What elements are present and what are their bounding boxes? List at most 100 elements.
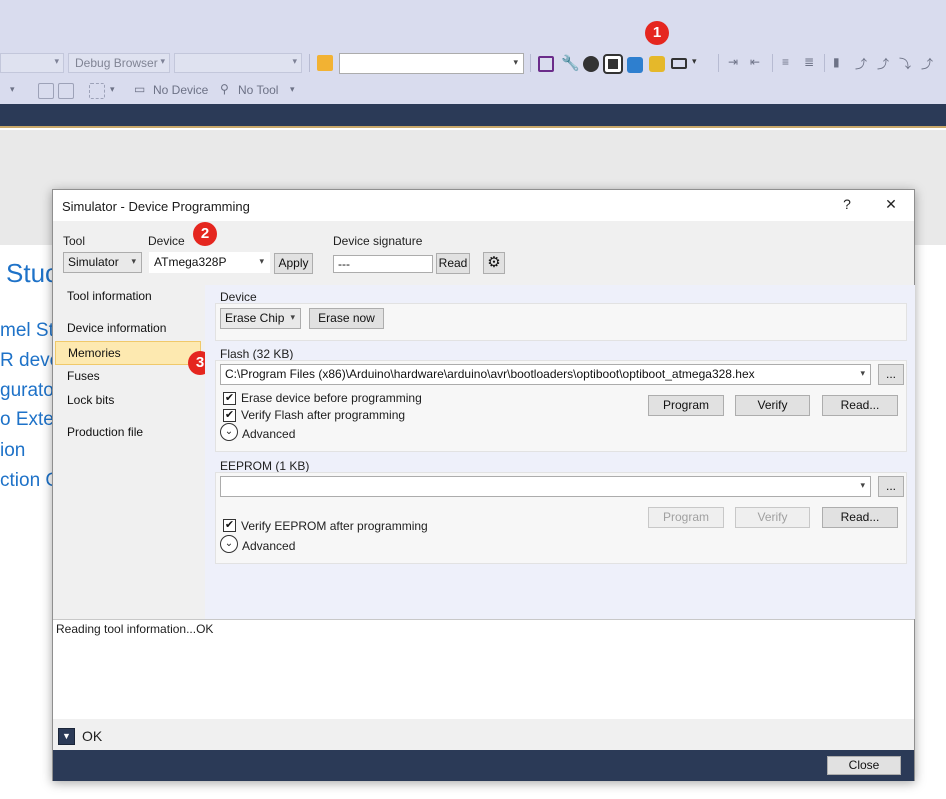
device-programming-icon[interactable] [627, 57, 643, 73]
chevron-down-icon: ▾ [292, 56, 297, 66]
flash-program-button[interactable]: Program [648, 395, 724, 416]
flash-file-path[interactable]: C:\Program Files (x86)\Arduino\hardware\… [220, 364, 871, 385]
chevron-down-icon[interactable]: ▾ [692, 56, 697, 67]
next-bookmark-icon[interactable]: ⤴ [855, 55, 867, 72]
expand-log-toggle[interactable]: ▼ [58, 728, 75, 745]
chip-icon[interactable] [603, 54, 623, 74]
eeprom-read-button[interactable]: Read... [822, 507, 898, 528]
debug-browser-label: Debug Browser [75, 56, 158, 70]
clear-bookmarks-icon[interactable]: ⤴ [921, 55, 933, 72]
window-icon[interactable] [671, 58, 687, 69]
toolbar-overflow-icon[interactable]: ▾ [110, 84, 115, 95]
dialog-footer: Close [53, 750, 914, 781]
toolbar-separator [772, 54, 773, 72]
dialog-titlebar: Simulator - Device Programming ? ✕ [53, 190, 914, 221]
status-text: OK [82, 728, 103, 744]
tool-status-icon: ⚲ [220, 82, 229, 96]
advanced-expand-icon[interactable]: ⌄ [220, 423, 238, 441]
nav-device-information[interactable]: Device information [55, 317, 201, 341]
verify-eeprom-checkbox[interactable]: ✔ [223, 519, 236, 532]
no-device-label[interactable]: No Device [153, 83, 208, 97]
solution-icon[interactable] [538, 56, 554, 72]
read-signature-button[interactable]: Read [436, 253, 470, 274]
toolbar-combo-3[interactable]: ▾ [174, 53, 302, 73]
start-page-link[interactable]: ion [0, 440, 25, 462]
comment-icon[interactable]: ≡ [782, 55, 789, 69]
device-group-title: Device [220, 290, 257, 304]
annotation-badge-2: 2 [193, 222, 217, 246]
eeprom-browse-button[interactable]: ... [878, 476, 904, 497]
dialog-nav: Tool information Device information Memo… [53, 285, 203, 619]
memories-panel: Device Erase Chip ▾ Erase now Flash (32 K… [205, 285, 915, 619]
toolbar-separator [530, 54, 531, 72]
chevron-down-icon: ▾ [860, 480, 865, 490]
lightning-programming-icon[interactable] [649, 56, 665, 72]
nav-production-file[interactable]: Production file [55, 421, 201, 445]
flash-file-path-value: C:\Program Files (x86)\Arduino\hardware\… [225, 367, 755, 381]
eeprom-file-path[interactable]: ▾ [220, 476, 871, 497]
toolbar-combo-1[interactable]: ▾ [0, 53, 64, 73]
erase-mode-select[interactable]: Erase Chip ▾ [220, 308, 301, 329]
eeprom-group-title: EEPROM (1 KB) [220, 459, 310, 473]
eeprom-verify-button[interactable]: Verify [735, 507, 810, 528]
no-tool-label[interactable]: No Tool [238, 83, 278, 97]
bookmark-folder-icon[interactable]: ⤵ [899, 55, 911, 72]
nav-fuses[interactable]: Fuses [55, 365, 201, 389]
start-page-link[interactable]: gurato [0, 380, 54, 402]
chevron-down-icon: ▾ [160, 56, 165, 66]
prev-bookmark-icon[interactable]: ⤴ [877, 55, 889, 72]
erase-now-button[interactable]: Erase now [309, 308, 384, 329]
flash-browse-button[interactable]: ... [878, 364, 904, 385]
chevron-down-icon: ▾ [131, 256, 136, 266]
indent-icon[interactable]: ⇥ [728, 55, 738, 69]
device-signature-label: Device signature [333, 234, 423, 248]
erase-mode-value: Erase Chip [225, 311, 285, 325]
toolbar-overflow-icon[interactable]: ▾ [10, 84, 15, 95]
start-page-link[interactable]: ction C [0, 470, 59, 492]
bookmark-icon[interactable]: ▮ [833, 55, 840, 69]
close-button[interactable]: Close [827, 756, 901, 775]
annotation-badge-1: 1 [645, 21, 669, 45]
dialog-title: Simulator - Device Programming [62, 199, 250, 214]
chevron-down-icon: ▾ [513, 57, 518, 67]
device-programming-dialog: Simulator - Device Programming ? ✕ Tool … [52, 189, 915, 781]
tool-select-value: Simulator [68, 255, 119, 269]
toolbar-search-combo[interactable]: ▾ [339, 53, 524, 74]
start-page-title: Stuc [6, 258, 59, 288]
chevron-down-icon: ▾ [259, 256, 264, 266]
nav-tool-information[interactable]: Tool information [55, 285, 201, 309]
eeprom-advanced-label[interactable]: Advanced [242, 539, 295, 553]
toolbar-overflow-icon[interactable]: ▾ [290, 84, 295, 95]
advanced-expand-icon[interactable]: ⌄ [220, 535, 238, 553]
download-icon[interactable] [58, 83, 74, 99]
flash-read-button[interactable]: Read... [822, 395, 898, 416]
close-icon[interactable]: ✕ [876, 196, 906, 213]
apply-button[interactable]: Apply [274, 253, 313, 274]
uncomment-icon[interactable]: ≣ [804, 55, 814, 69]
device-status-icon: ▭ [134, 82, 146, 96]
toolbar-separator [718, 54, 719, 72]
flash-verify-button[interactable]: Verify [735, 395, 810, 416]
verify-flash-label: Verify Flash after programming [241, 408, 406, 422]
eeprom-program-button[interactable]: Program [648, 507, 724, 528]
memory-icon[interactable] [89, 83, 105, 99]
nav-memories[interactable]: Memories [55, 341, 201, 365]
document-tab-bar [0, 104, 946, 128]
nav-lock-bits[interactable]: Lock bits [55, 389, 201, 413]
output-log: Reading tool information...OK [53, 619, 914, 719]
wrench-icon[interactable]: 🔧 [561, 54, 580, 72]
verify-flash-checkbox[interactable]: ✔ [223, 409, 236, 422]
find-in-files-icon[interactable] [317, 55, 333, 71]
device-signature-field: --- [333, 255, 433, 273]
flash-advanced-label[interactable]: Advanced [242, 427, 295, 441]
outdent-icon[interactable]: ⇤ [750, 55, 760, 69]
debug-browser-combo[interactable]: Debug Browser ▾ [68, 53, 170, 73]
device-select[interactable]: ATmega328P ▾ [149, 252, 270, 273]
dashboard-icon[interactable] [583, 56, 599, 72]
help-button[interactable]: ? [832, 196, 862, 212]
tool-select[interactable]: Simulator ▾ [63, 252, 142, 273]
device-label: Device [148, 234, 185, 248]
erase-before-checkbox[interactable]: ✔ [223, 392, 236, 405]
upload-icon[interactable] [38, 83, 54, 99]
gear-icon[interactable]: ⚙ [483, 252, 505, 274]
